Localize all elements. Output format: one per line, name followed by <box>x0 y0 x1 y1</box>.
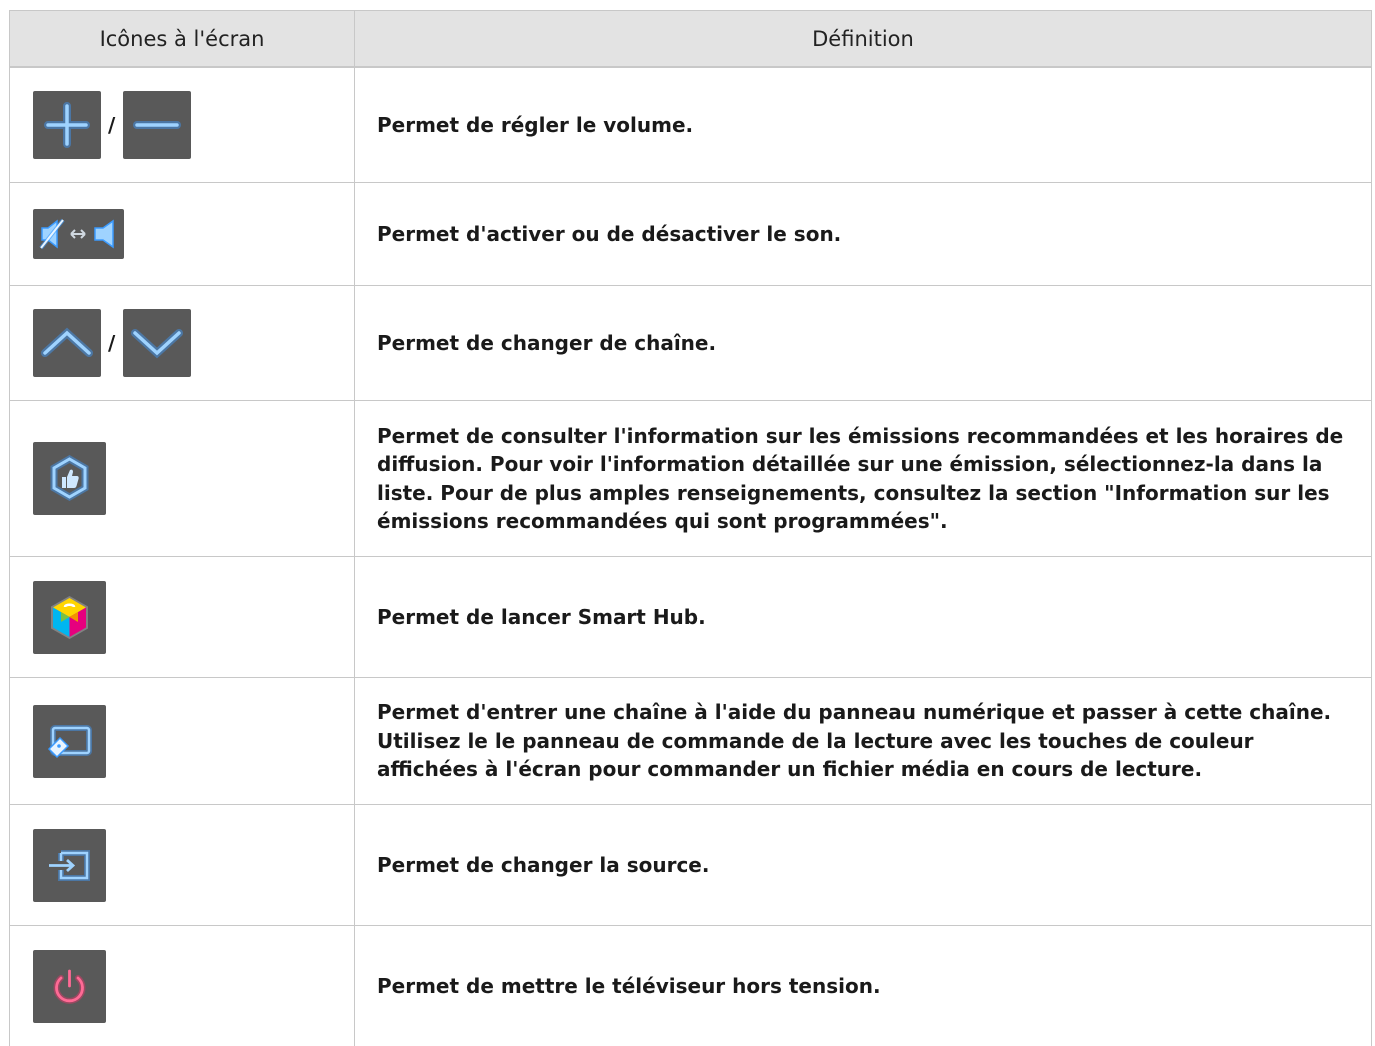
icon-cell <box>10 183 355 285</box>
table-row: Permet de consulter l'information sur le… <box>10 401 1372 557</box>
table-header: Icônes à l'écran Définition <box>10 11 1372 68</box>
chevron-down-icon <box>123 309 192 377</box>
definition-text: Permet de lancer Smart Hub. <box>355 557 1372 677</box>
header-definition: Définition <box>355 11 1372 66</box>
table-row: Permet de mettre le téléviseur hors tens… <box>10 926 1372 1046</box>
smart-hub-icon <box>33 580 106 654</box>
minus-icon <box>123 91 192 159</box>
plus-icon <box>33 91 101 159</box>
power-icon <box>33 949 106 1023</box>
icon-cell: / <box>10 68 355 182</box>
recommendations-icon <box>33 442 106 515</box>
definition-text: Permet de régler le volume. <box>355 68 1372 182</box>
definition-text: Permet d'entrer une chaîne à l'aide du p… <box>355 678 1372 804</box>
icon-cell <box>10 401 355 556</box>
definition-text: Permet de consulter l'information sur le… <box>355 401 1372 556</box>
icon-cell <box>10 805 355 925</box>
table-row: Permet de lancer Smart Hub. <box>10 557 1372 678</box>
table-row: Permet d'entrer une chaîne à l'aide du p… <box>10 678 1372 805</box>
table-row: / Permet de régler le volume. <box>10 68 1372 183</box>
mute-toggle-icon <box>33 209 124 259</box>
table-row: / Permet de changer de chaîne. <box>10 286 1372 401</box>
icon-cell <box>10 557 355 677</box>
separator-slash: / <box>108 113 116 137</box>
definition-text: Permet d'activer ou de désactiver le son… <box>355 183 1372 285</box>
icon-definition-table: Icônes à l'écran Définition / Permet de … <box>9 10 1372 1046</box>
definition-text: Permet de mettre le téléviseur hors tens… <box>355 926 1372 1046</box>
definition-text: Permet de changer de chaîne. <box>355 286 1372 400</box>
remote-keypad-icon <box>33 704 106 778</box>
chevron-up-icon <box>33 309 101 377</box>
table-row: Permet d'activer ou de désactiver le son… <box>10 183 1372 286</box>
definition-text: Permet de changer la source. <box>355 805 1372 925</box>
icon-cell <box>10 678 355 804</box>
table-row: Permet de changer la source. <box>10 805 1372 926</box>
source-icon <box>33 828 106 902</box>
icon-cell: / <box>10 286 355 400</box>
separator-slash: / <box>108 331 116 355</box>
header-icons: Icônes à l'écran <box>10 11 355 66</box>
icon-cell <box>10 926 355 1046</box>
